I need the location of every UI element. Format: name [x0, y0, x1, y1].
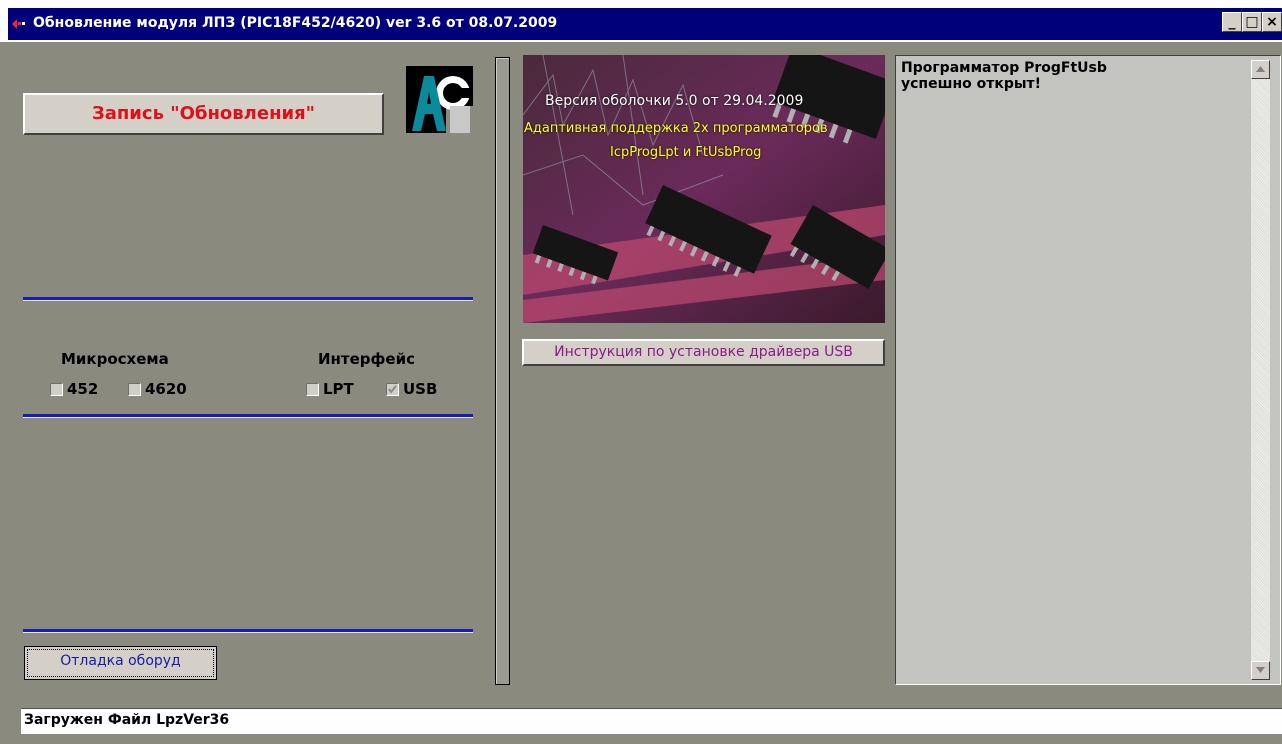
usb-label: USB	[403, 380, 438, 398]
close-button[interactable]: ×	[1262, 12, 1282, 32]
log-textarea[interactable]: Программатор ProgFtUsb успешно открыт!	[895, 55, 1281, 685]
lpt-label: LPT	[323, 380, 354, 398]
interface-section-label: Интерфейс	[318, 350, 415, 368]
close-icon: ×	[1266, 14, 1278, 30]
support-text-line2: IcpProgLpt и FtUsbProg	[610, 145, 762, 160]
support-text-line1: Адаптивная поддержка 2х программаторов	[524, 121, 828, 136]
chip-4620-label: 4620	[145, 380, 187, 398]
separator-line	[23, 297, 473, 301]
usb-checkbox[interactable]	[386, 383, 399, 396]
write-update-button[interactable]: Запись "Обновления"	[23, 93, 384, 135]
maximize-icon: □	[1245, 14, 1259, 30]
log-scrollbar[interactable]	[1251, 60, 1270, 680]
arrow-down-icon	[1256, 667, 1265, 673]
minimize-button[interactable]: _	[1222, 12, 1242, 32]
focus-rect	[27, 649, 214, 677]
write-update-label: Запись "Обновления"	[91, 103, 316, 124]
chip-section-label: Микросхема	[61, 350, 169, 368]
status-text: Загружен Файл LpzVer36	[24, 712, 230, 728]
minimize-icon: _	[1228, 14, 1236, 30]
shell-version-text: Версия оболочки 5.0 от 29.04.2009	[545, 93, 804, 109]
vertical-splitter[interactable]	[495, 57, 510, 685]
debug-hardware-button[interactable]: Отладка оборуд	[24, 646, 217, 680]
checkmark-icon	[388, 385, 397, 394]
title-bar[interactable]: Обновление модуля ЛПЗ (PIC18F452/4620) v…	[0, 0, 1282, 42]
lpt-checkbox[interactable]	[306, 383, 319, 396]
separator-line	[23, 414, 473, 418]
aa-logo-icon	[406, 66, 473, 133]
chip-452-label: 452	[67, 380, 99, 398]
app-icon	[12, 19, 25, 29]
separator-line	[23, 629, 473, 633]
status-bar: Загружен Файл LpzVer36	[21, 708, 1282, 734]
log-text: Программатор ProgFtUsb успешно открыт!	[901, 60, 1107, 92]
chip-452-checkbox[interactable]	[50, 383, 63, 396]
pic-chips-image: Версия оболочки 5.0 от 29.04.2009 Адапти…	[523, 55, 885, 323]
usb-driver-instructions-button[interactable]: Инструкция по установке драйвера USB	[522, 339, 885, 366]
arrow-up-icon	[1256, 66, 1265, 72]
chip-4620-checkbox[interactable]	[128, 383, 141, 396]
scroll-up-button[interactable]	[1251, 60, 1270, 79]
window-title: Обновление модуля ЛПЗ (PIC18F452/4620) v…	[33, 15, 558, 31]
scroll-down-button[interactable]	[1251, 661, 1270, 680]
maximize-button[interactable]: □	[1242, 12, 1262, 32]
usb-driver-instructions-label: Инструкция по установке драйвера USB	[554, 344, 853, 360]
